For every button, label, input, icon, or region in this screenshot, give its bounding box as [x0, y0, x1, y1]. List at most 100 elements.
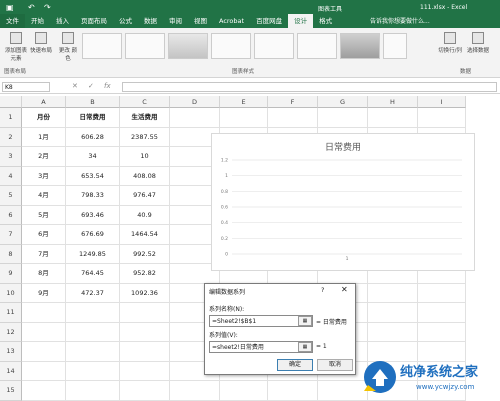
- table-cell[interactable]: 1464.54: [120, 225, 170, 245]
- table-cell[interactable]: [368, 303, 418, 323]
- tab-0[interactable]: 文件: [0, 14, 25, 28]
- tab-4[interactable]: 公式: [113, 14, 138, 28]
- row-header[interactable]: 2: [0, 127, 22, 147]
- change-colors-button[interactable]: 更改 颜色: [58, 32, 78, 62]
- row-header[interactable]: 13: [0, 342, 22, 362]
- table-cell[interactable]: 4月: [22, 186, 66, 206]
- table-cell[interactable]: 1092.36: [120, 283, 170, 303]
- table-cell[interactable]: [170, 381, 220, 401]
- table-cell[interactable]: 40.9: [120, 205, 170, 225]
- table-cell[interactable]: 2387.55: [120, 127, 170, 147]
- table-cell[interactable]: [120, 342, 170, 362]
- chart-style-2[interactable]: [125, 33, 165, 59]
- table-cell[interactable]: [318, 108, 368, 128]
- table-cell[interactable]: 976.47: [120, 186, 170, 206]
- undo-icon[interactable]: ↶: [28, 3, 35, 12]
- table-cell[interactable]: 9月: [22, 283, 66, 303]
- row-header[interactable]: 9: [0, 264, 22, 284]
- table-cell[interactable]: [66, 361, 120, 381]
- tab-5[interactable]: 数据: [138, 14, 163, 28]
- cancel-button[interactable]: 取消: [317, 359, 353, 371]
- table-cell[interactable]: [268, 108, 318, 128]
- table-cell[interactable]: 693.46: [66, 205, 120, 225]
- table-cell[interactable]: [120, 303, 170, 323]
- table-cell[interactable]: 日常费用: [66, 108, 120, 128]
- formula-input[interactable]: [122, 82, 497, 92]
- tab-11[interactable]: 格式: [313, 14, 338, 28]
- save-icon[interactable]: ▣: [6, 3, 14, 12]
- row-header[interactable]: 15: [0, 381, 22, 401]
- column-header[interactable]: E: [220, 96, 268, 108]
- tab-9[interactable]: 百度网盘: [250, 14, 288, 28]
- column-header[interactable]: H: [368, 96, 418, 108]
- table-cell[interactable]: [22, 361, 66, 381]
- enter-icon[interactable]: ✓: [88, 82, 94, 90]
- column-header[interactable]: C: [120, 96, 170, 108]
- table-cell[interactable]: 992.52: [120, 244, 170, 264]
- row-header[interactable]: 11: [0, 303, 22, 323]
- redo-icon[interactable]: ↷: [44, 3, 51, 12]
- table-cell[interactable]: [66, 303, 120, 323]
- table-cell[interactable]: [418, 283, 466, 303]
- table-cell[interactable]: 798.33: [66, 186, 120, 206]
- table-cell[interactable]: 653.54: [66, 166, 120, 186]
- row-header[interactable]: 1: [0, 108, 22, 128]
- tab-1[interactable]: 开始: [25, 14, 50, 28]
- name-box[interactable]: K8: [2, 82, 50, 92]
- chart-style-4[interactable]: [211, 33, 251, 59]
- table-cell[interactable]: [418, 322, 466, 342]
- table-cell[interactable]: 1249.85: [66, 244, 120, 264]
- table-cell[interactable]: 34: [66, 147, 120, 167]
- column-header[interactable]: I: [418, 96, 466, 108]
- table-cell[interactable]: 2月: [22, 147, 66, 167]
- column-header[interactable]: G: [318, 96, 368, 108]
- cancel-icon[interactable]: ✕: [72, 82, 78, 90]
- range-picker-icon[interactable]: ▦: [298, 342, 312, 352]
- tell-me-search[interactable]: 告诉我你想要做什么...: [370, 16, 430, 25]
- table-cell[interactable]: [66, 342, 120, 362]
- insert-function-icon[interactable]: fx: [104, 82, 111, 90]
- table-cell[interactable]: [368, 283, 418, 303]
- table-cell[interactable]: 6月: [22, 225, 66, 245]
- row-header[interactable]: 6: [0, 205, 22, 225]
- table-cell[interactable]: 5月: [22, 205, 66, 225]
- help-icon[interactable]: ?: [321, 286, 324, 294]
- table-cell[interactable]: 生活费用: [120, 108, 170, 128]
- table-cell[interactable]: [66, 381, 120, 401]
- tab-8[interactable]: Acrobat: [213, 14, 250, 28]
- table-cell[interactable]: 1月: [22, 127, 66, 147]
- table-cell[interactable]: [368, 108, 418, 128]
- chart-style-1[interactable]: [82, 33, 122, 59]
- switch-row-column-button[interactable]: 切换行/列: [438, 32, 462, 54]
- tab-10[interactable]: 设计: [288, 14, 314, 28]
- row-header[interactable]: 8: [0, 244, 22, 264]
- add-chart-element-button[interactable]: 添加图表 元素: [4, 32, 28, 62]
- column-header[interactable]: A: [22, 96, 66, 108]
- table-cell[interactable]: 408.08: [120, 166, 170, 186]
- table-cell[interactable]: 8月: [22, 264, 66, 284]
- table-cell[interactable]: [120, 381, 170, 401]
- row-header[interactable]: 4: [0, 166, 22, 186]
- table-cell[interactable]: 7月: [22, 244, 66, 264]
- table-cell[interactable]: 952.82: [120, 264, 170, 284]
- chart-style-5[interactable]: [254, 33, 294, 59]
- select-data-button[interactable]: 选择数据: [466, 32, 490, 54]
- table-cell[interactable]: [22, 303, 66, 323]
- table-cell[interactable]: [220, 108, 268, 128]
- row-header[interactable]: 10: [0, 283, 22, 303]
- chart-area[interactable]: 日常费用 1.2 1 0.8 0.6 0.4 0.2 0 1: [211, 133, 475, 271]
- row-header[interactable]: 5: [0, 186, 22, 206]
- table-cell[interactable]: [22, 342, 66, 362]
- chart-style-8[interactable]: [383, 33, 407, 59]
- column-header[interactable]: F: [268, 96, 318, 108]
- range-picker-icon[interactable]: ▦: [298, 316, 312, 326]
- table-cell[interactable]: [220, 381, 268, 401]
- table-cell[interactable]: [22, 322, 66, 342]
- close-icon[interactable]: ✕: [341, 285, 348, 294]
- chart-style-7[interactable]: [340, 33, 380, 59]
- quick-layout-button[interactable]: 快速布局: [30, 32, 52, 54]
- table-cell[interactable]: [22, 381, 66, 401]
- column-header[interactable]: B: [66, 96, 120, 108]
- table-cell[interactable]: 3月: [22, 166, 66, 186]
- tab-3[interactable]: 页面布局: [75, 14, 113, 28]
